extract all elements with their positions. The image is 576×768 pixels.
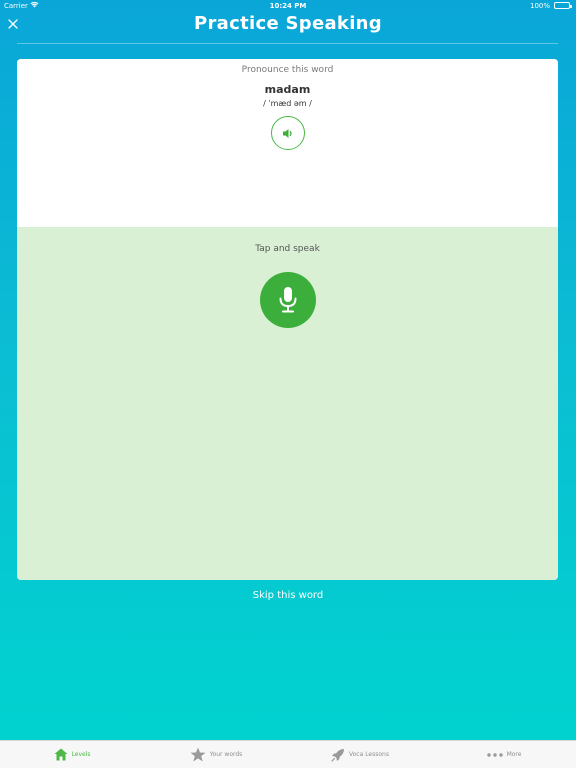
microphone-icon <box>279 287 297 313</box>
tab-voca-lessons[interactable]: Voca Lessons <box>288 741 432 768</box>
rocket-icon <box>331 748 344 762</box>
battery-percent: 100% <box>529 2 550 10</box>
tab-label: More <box>506 751 522 758</box>
speak-panel: Tap and speak <box>17 227 558 580</box>
home-icon <box>54 748 68 761</box>
speaker-icon <box>283 128 292 138</box>
tap-and-speak-label: Tap and speak <box>255 244 320 254</box>
status-bar: Carrier 10:24 PM 100% <box>0 0 576 12</box>
battery-icon <box>554 2 572 9</box>
tab-label: Voca Lessons <box>349 751 389 758</box>
star-icon <box>190 747 206 762</box>
tab-label: Your words <box>209 751 243 758</box>
tab-your-words[interactable]: Your words <box>144 741 288 768</box>
word-panel: Pronounce this word madam / ˈmæd əm / <box>17 59 558 227</box>
tab-more[interactable]: More <box>432 741 576 768</box>
tab-levels[interactable]: Levels <box>0 741 144 768</box>
header-divider <box>17 43 558 44</box>
target-word: madam <box>264 83 311 96</box>
phonetic-transcription: / ˈmæd əm / <box>263 99 312 108</box>
navigation-bar: Practice Speaking <box>0 12 576 42</box>
page-title: Practice Speaking <box>194 13 382 34</box>
skip-word-button[interactable]: Skip this word <box>0 590 576 601</box>
more-dots-icon <box>486 752 503 757</box>
play-audio-button[interactable] <box>271 116 305 150</box>
tab-label: Levels <box>71 751 91 758</box>
clock: 10:24 PM <box>269 2 307 10</box>
tab-bar: Levels Your words Voca Lessons More <box>0 740 576 768</box>
pronounce-prompt: Pronounce this word <box>241 65 334 75</box>
record-button[interactable] <box>260 272 316 328</box>
practice-card: Pronounce this word madam / ˈmæd əm / Ta… <box>17 59 558 580</box>
